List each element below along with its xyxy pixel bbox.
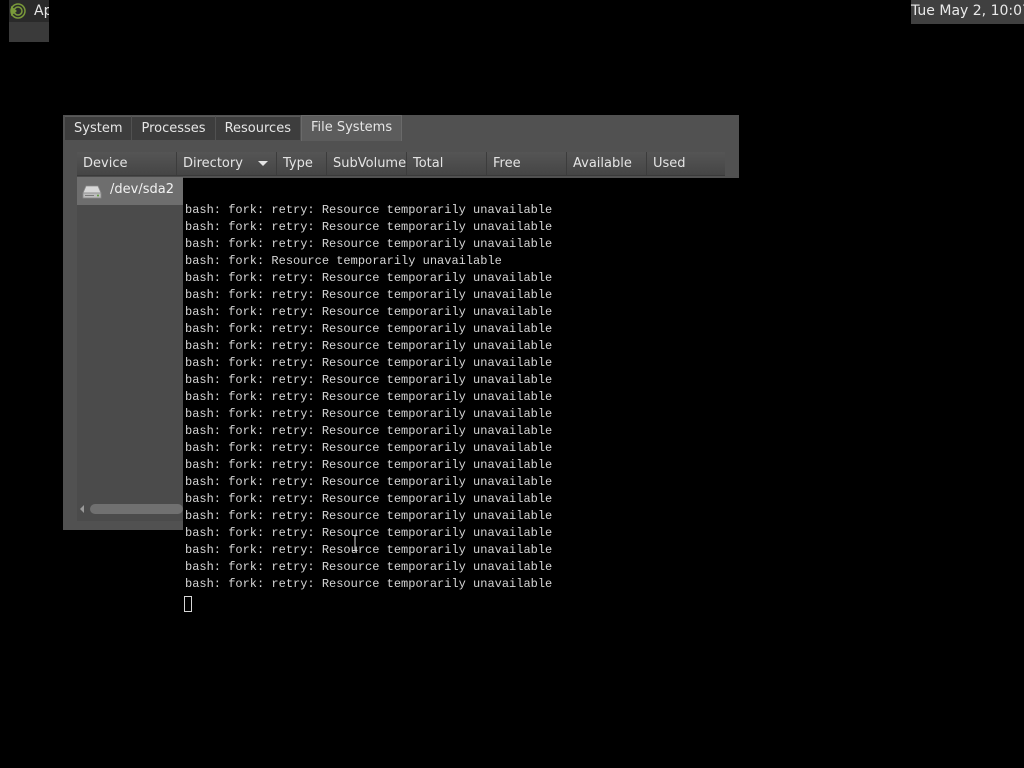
tab-system[interactable]: System [65, 116, 132, 140]
terminal-line: bash: fork: retry: Resource temporarily … [185, 492, 553, 506]
device-name: /dev/sda2 [110, 182, 174, 197]
terminal-line: bash: fork: retry: Resource temporarily … [185, 441, 553, 455]
launcher-base [9, 22, 49, 42]
terminal-line: bash: fork: retry: Resource temporarily … [185, 458, 553, 472]
terminal-line: bash: fork: retry: Resource temporarily … [185, 305, 553, 319]
clock[interactable]: Tue May 2, 10:07 [911, 0, 1024, 24]
column-header-label: Available [573, 156, 632, 171]
column-header-free[interactable]: Free [487, 152, 567, 175]
column-header-label: SubVolume [333, 156, 407, 171]
scroll-left-icon[interactable] [80, 505, 84, 513]
gnome-foot-icon [10, 3, 26, 19]
terminal-line: bash: fork: retry: Resource temporarily … [185, 560, 553, 574]
hard-drive-icon [82, 185, 102, 199]
terminal-cursor [184, 596, 192, 612]
column-header-label: Type [283, 156, 313, 171]
file-systems-list[interactable]: /dev/sda2 [77, 176, 183, 521]
terminal-line: bash: fork: Resource temporarily unavail… [185, 254, 502, 268]
column-header-directory[interactable]: Directory [177, 152, 277, 175]
terminal-line: bash: fork: retry: Resource temporarily … [185, 322, 553, 336]
sort-descending-icon [258, 161, 268, 166]
scrollbar-thumb[interactable] [90, 504, 183, 514]
terminal-line: bash: fork: retry: Resource temporarily … [185, 543, 553, 557]
tab-file-systems[interactable]: File Systems [300, 115, 403, 141]
terminal-line: bash: fork: retry: Resource temporarily … [185, 407, 553, 421]
desktop: Ap Tue May 2, 10:07 System Processes Res… [0, 0, 1024, 768]
tab-bar: System Processes Resources File Systems [65, 115, 403, 141]
tab-resources[interactable]: Resources [215, 116, 300, 140]
tab-processes[interactable]: Processes [132, 116, 215, 140]
terminal-line: bash: fork: retry: Resource temporarily … [185, 220, 553, 234]
column-header-label: Directory [183, 156, 243, 171]
terminal-output[interactable]: bash: fork: retry: Resource temporarily … [183, 178, 1024, 768]
terminal-line: bash: fork: retry: Resource temporarily … [185, 237, 553, 251]
column-header-label: Free [493, 156, 521, 171]
table-row[interactable]: /dev/sda2 [77, 177, 183, 205]
column-header-label: Total [413, 156, 444, 171]
column-header-subvolume[interactable]: SubVolume [327, 152, 407, 175]
column-header-available[interactable]: Available [567, 152, 647, 175]
column-header-total[interactable]: Total [407, 152, 487, 175]
column-header-label: Device [83, 156, 128, 171]
terminal-line: bash: fork: retry: Resource temporarily … [185, 203, 553, 217]
terminal-line: bash: fork: retry: Resource temporarily … [185, 271, 553, 285]
column-header-device[interactable]: Device [77, 152, 177, 175]
terminal-line: bash: fork: retry: Resource temporarily … [185, 509, 553, 523]
column-header-type[interactable]: Type [277, 152, 327, 175]
terminal-line: bash: fork: retry: Resource temporarily … [185, 339, 553, 353]
terminal-lines: bash: fork: retry: Resource temporarily … [185, 202, 552, 593]
column-header-bar: Device Directory Type SubVolume Total Fr… [77, 152, 725, 176]
terminal-line: bash: fork: retry: Resource temporarily … [185, 356, 553, 370]
terminal-line: bash: fork: retry: Resource temporarily … [185, 373, 553, 387]
column-header-used[interactable]: Used [647, 152, 725, 175]
terminal-line: bash: fork: retry: Resource temporarily … [185, 475, 553, 489]
terminal-line: bash: fork: retry: Resource temporarily … [185, 390, 553, 404]
terminal-line: bash: fork: retry: Resource temporarily … [185, 288, 553, 302]
horizontal-scrollbar[interactable] [77, 501, 183, 517]
terminal-line: bash: fork: retry: Resource temporarily … [185, 577, 553, 591]
applications-menu-button[interactable]: Ap [9, 0, 49, 42]
column-header-label: Used [653, 156, 686, 171]
terminal-line: bash: fork: retry: Resource temporarily … [185, 424, 553, 438]
text-cursor-icon [352, 535, 358, 551]
applications-menu-label: Ap [34, 3, 49, 19]
terminal-line: bash: fork: retry: Resource temporarily … [185, 526, 553, 540]
